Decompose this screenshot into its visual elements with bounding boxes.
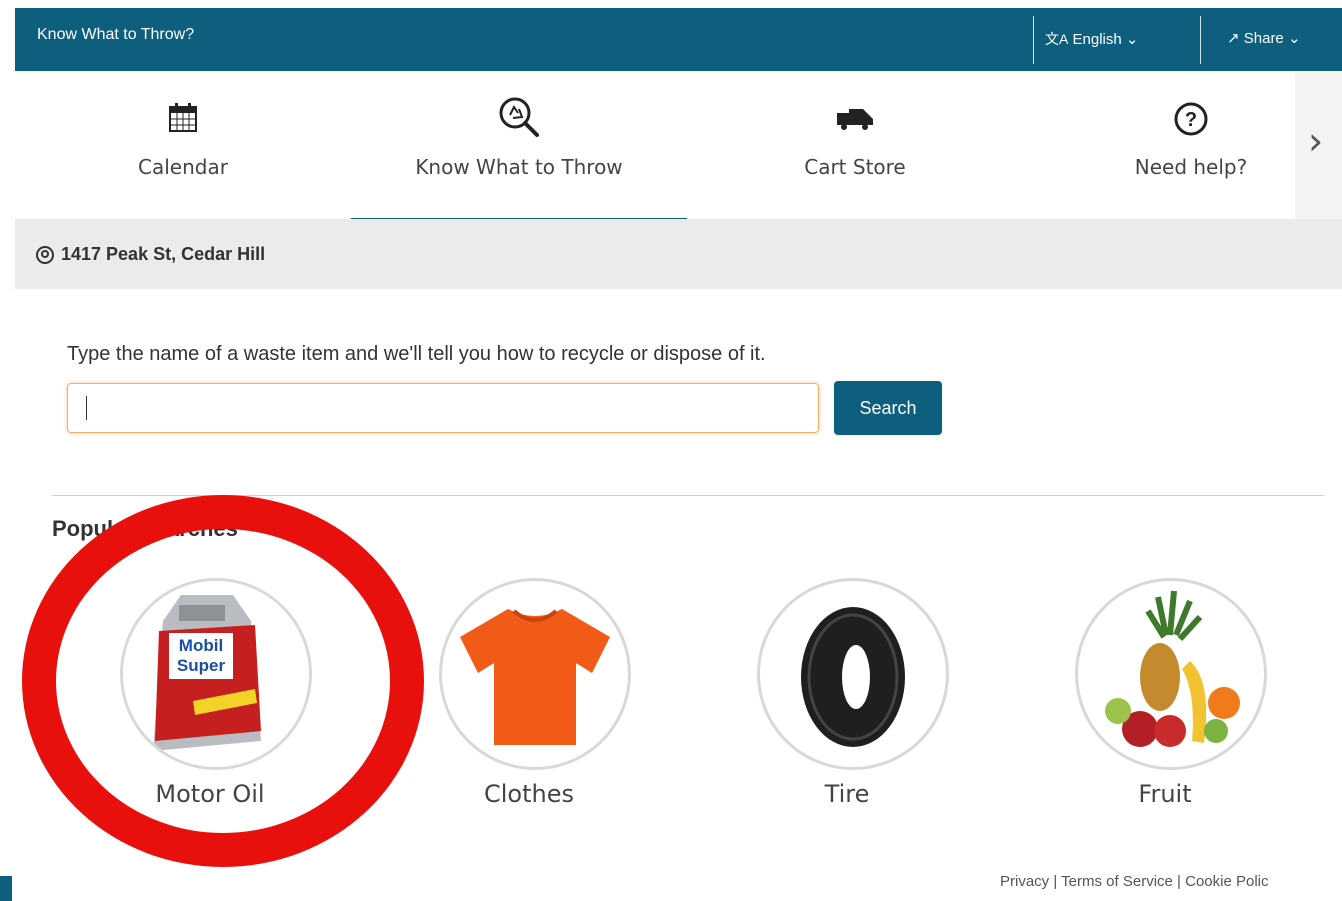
share-button[interactable]: ↗ Share ⌄ bbox=[1227, 29, 1301, 47]
question-circle-icon: ? bbox=[1173, 101, 1209, 141]
tire-image bbox=[757, 578, 949, 770]
popular-item-tire[interactable]: Tire bbox=[747, 578, 949, 818]
recycle-search-icon bbox=[497, 95, 541, 143]
terms-link[interactable]: Terms of Service bbox=[1061, 873, 1173, 890]
language-label: English bbox=[1072, 31, 1122, 48]
popular-item-label: Fruit bbox=[1138, 780, 1192, 808]
popular-item-label: Motor Oil bbox=[155, 780, 265, 808]
nav-next-button[interactable]: › bbox=[1295, 71, 1342, 219]
popular-searches-title: Popular Searches bbox=[52, 516, 238, 541]
search-button[interactable]: Search bbox=[834, 381, 942, 435]
tab-label: Calendar bbox=[138, 155, 228, 179]
main-nav: Calendar Know What to Throw Cart Store ?… bbox=[15, 71, 1342, 222]
chevron-right-icon: › bbox=[1308, 119, 1324, 163]
garbage-truck-icon bbox=[835, 105, 875, 135]
oil-label-product: Super bbox=[177, 656, 226, 675]
translate-icon: 文A bbox=[1045, 31, 1069, 47]
chevron-down-icon: ⌄ bbox=[1125, 31, 1139, 48]
motor-oil-image: Mobil Super bbox=[120, 578, 312, 770]
topbar-divider bbox=[1200, 16, 1201, 64]
address-text: 1417 Peak St, Cedar Hill bbox=[61, 244, 266, 264]
cookie-policy-link[interactable]: Cookie Polic bbox=[1185, 873, 1268, 890]
svg-text:?: ? bbox=[1185, 109, 1197, 131]
fruit-image bbox=[1075, 578, 1267, 770]
topbar-divider bbox=[1033, 16, 1034, 64]
popular-item-motor-oil[interactable]: Mobil Super Motor Oil bbox=[110, 578, 312, 818]
tab-know-what-to-throw[interactable]: Know What to Throw bbox=[351, 71, 687, 222]
language-selector[interactable]: 文A English ⌄ bbox=[1045, 29, 1138, 49]
share-icon: ↗ bbox=[1227, 30, 1240, 47]
popular-item-label: Clothes bbox=[484, 780, 574, 808]
tab-label: Know What to Throw bbox=[415, 155, 623, 179]
tab-cart-store[interactable]: Cart Store bbox=[687, 71, 1023, 219]
top-bar: Know What to Throw? 文A English ⌄ ↗ Share… bbox=[15, 8, 1342, 71]
app-frame: Know What to Throw? 文A English ⌄ ↗ Share… bbox=[15, 8, 1342, 901]
popular-item-clothes[interactable]: Clothes bbox=[429, 578, 631, 818]
popular-item-fruit[interactable]: Fruit bbox=[1065, 578, 1267, 818]
location-pin-icon bbox=[35, 245, 55, 269]
share-label: Share bbox=[1243, 30, 1284, 47]
divider bbox=[52, 495, 1324, 496]
tab-calendar[interactable]: Calendar bbox=[15, 71, 351, 219]
calendar-icon bbox=[167, 101, 199, 137]
oil-label-brand: Mobil bbox=[179, 636, 223, 655]
tab-label: Cart Store bbox=[804, 155, 906, 179]
popular-item-label: Tire bbox=[824, 780, 870, 808]
app-title: Know What to Throw? bbox=[37, 26, 195, 43]
address-bar[interactable]: 1417 Peak St, Cedar Hill bbox=[15, 219, 1342, 289]
search-input[interactable] bbox=[67, 383, 819, 433]
search-prompt: Type the name of a waste item and we'll … bbox=[67, 343, 766, 365]
chevron-down-icon: ⌄ bbox=[1287, 30, 1301, 47]
footer-links: Privacy | Terms of Service | Cookie Poli… bbox=[1000, 873, 1269, 890]
footer-separator: | bbox=[1053, 873, 1058, 890]
footer-separator: | bbox=[1177, 873, 1181, 890]
clothes-image bbox=[439, 578, 631, 770]
privacy-link[interactable]: Privacy bbox=[1000, 873, 1049, 890]
text-caret bbox=[86, 396, 87, 420]
page-edge-accent bbox=[0, 876, 12, 901]
